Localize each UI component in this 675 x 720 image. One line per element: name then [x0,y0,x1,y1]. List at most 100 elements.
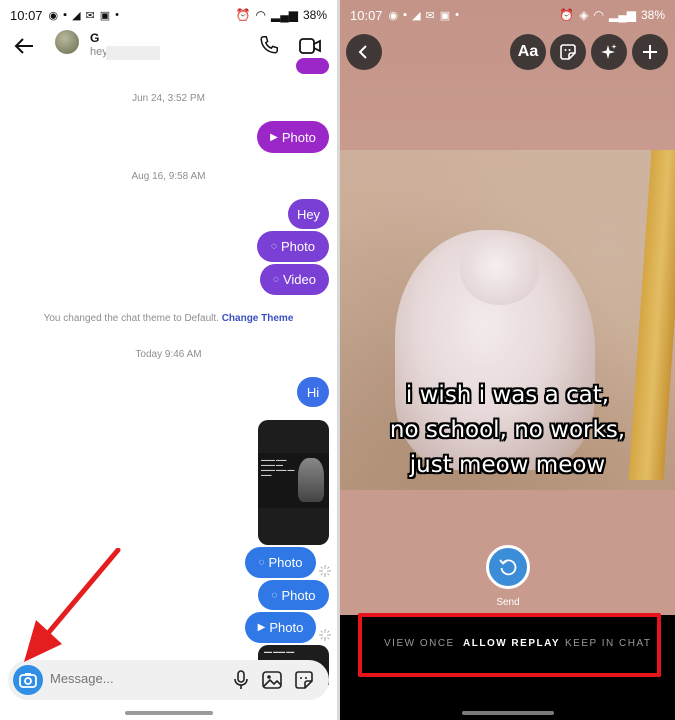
dot-icon: • [455,9,460,21]
home-indicator [462,711,554,715]
video-message-bubble[interactable]: ◌ Video [260,264,329,295]
microphone-icon[interactable] [230,669,252,691]
text-message-bubble[interactable]: Hey [288,199,329,229]
replay-icon: ◌ [258,557,265,568]
sticker-tool-button[interactable] [550,34,586,70]
photo-editor-screen: i wish i was a cat, no school, no works,… [340,0,675,720]
contact-name[interactable]: G [90,31,99,45]
redacted-area [106,46,160,60]
whatsapp-icon: ◉ [388,9,399,22]
photo-caption: i wish i was a cat, no school, no works,… [360,378,655,483]
avatar[interactable] [55,30,79,54]
caption-line: just meow meow [409,452,606,478]
timestamp: Jun 24, 3:52 PM [132,93,205,104]
replay-icon: ◌ [271,589,278,601]
message-input[interactable] [50,671,200,686]
message-text: Photo [281,129,316,145]
sticker-icon[interactable] [293,669,315,691]
photo-message-bubble[interactable]: ◌ Photo [257,231,329,262]
telegram-icon: ◢ [72,9,81,22]
message-text: Photo [280,239,315,254]
play-icon: ▶ [270,131,278,143]
status-right: ⏰ ◠ ▂▄▆ 38% [236,8,327,22]
text-message-bubble[interactable]: Hi [297,377,329,407]
photo-message-bubble[interactable]: ◌ Photo [245,547,316,578]
status-time: 10:07 [10,7,43,23]
view-mode-selector: VIEW ONCE ALLOW REPLAY KEEP IN CHAT [340,615,675,675]
telegram-icon: ◢ [412,9,421,22]
replay-icon [499,559,517,576]
photo-message-bubble[interactable]: ◌ Photo [258,580,329,610]
sparkles-icon [601,44,617,59]
caption-line: i wish i was a cat, [405,382,610,408]
send-button[interactable] [486,545,530,589]
dot-icon: • [115,9,120,21]
gallery-notif-icon: ▣ [99,9,111,22]
gmail-icon: ✉ [85,9,95,22]
photo-message-bubble[interactable]: ▶ Photo [257,121,329,153]
photo-message-bubble[interactable]: ▶ Photo [245,612,316,643]
status-bar: 10:07 ◉ ▪ ◢ ✉ ▣ • ⏰ ◈ ◠ ▂▄▆ 38% [340,0,675,30]
add-button[interactable] [632,34,668,70]
theme-note-text: You changed the chat theme to Default. [43,313,219,324]
home-indicator [125,711,213,715]
wifi-icon: ◠ [593,8,604,22]
cat-head [460,235,540,305]
message-composer [8,660,329,700]
chevron-left-icon [358,45,367,59]
plus-icon [643,45,657,59]
status-bar: 10:07 ◉ ▪ ◢ ✉ ▣ • ⏰ ◠ ▂▄▆ 38% [0,0,337,30]
sticker-icon [560,44,576,60]
gmail-icon: ✉ [425,9,435,22]
notification-icons: ◉ ▪ ◢ ✉ ▣ • [389,9,459,22]
status-right: ⏰ ◈ ◠ ▂▄▆ 38% [559,8,665,22]
caption-line: no school, no works, [389,417,626,443]
timestamp: Today 9:46 AM [135,349,202,360]
location-icon: ◈ [579,8,589,22]
allow-replay-option[interactable]: ALLOW REPLAY [463,638,560,649]
change-theme-link[interactable]: Change Theme [222,313,294,324]
message-icon: ▪ [403,9,408,21]
cat-photo: i wish i was a cat, no school, no works,… [340,150,675,490]
battery-percent: 38% [302,8,327,22]
camera-button[interactable] [13,665,43,695]
phone-icon[interactable] [258,34,280,56]
media-preview-text: ▬▬ ▬▬▬ ▬▬ [264,649,295,654]
send-control: Send [480,545,536,608]
chat-screen: 10:07 ◉ ▪ ◢ ✉ ▣ • ⏰ ◠ ▂▄▆ 38% G hey Jun … [0,0,337,720]
shared-media-card[interactable]: ▬▬▬▬ ▬▬▬ ▬▬▬▬ ▬▬ ▬▬▬▬ ▬▬▬ ▬▬ ▬▬▬ [258,420,329,545]
wifi-icon: ◠ [255,8,266,22]
media-portrait [298,458,324,502]
chat-header: G hey [0,30,337,64]
back-arrow-icon[interactable] [12,34,36,58]
message-bubble-partial [296,58,329,74]
play-icon: ▶ [257,622,266,633]
theme-change-note: You changed the chat theme to Default. C… [0,313,337,324]
status-time: 10:07 [350,7,383,23]
sending-spinner-icon [319,565,331,577]
view-once-option[interactable]: VIEW ONCE [384,638,455,649]
text-tool-button[interactable]: Aa [510,34,546,70]
effects-button[interactable] [591,34,627,70]
sending-spinner-icon [319,629,331,641]
message-text: Photo [268,555,303,570]
whatsapp-icon: ◉ [48,9,59,22]
message-text: Photo [269,620,304,635]
screenshot-root: 10:07 ◉ ▪ ◢ ✉ ▣ • ⏰ ◠ ▂▄▆ 38% G hey Jun … [0,0,675,720]
back-button[interactable] [346,34,382,70]
camera-icon [19,673,37,688]
signal-icon: ▂▄▆ [271,8,298,22]
video-call-icon[interactable] [298,35,322,57]
battery-percent: 38% [640,8,665,22]
signal-icon: ▂▄▆ [609,8,636,22]
message-text: Photo [281,587,316,603]
message-text: Hi [306,384,320,400]
message-icon: ▪ [63,9,68,21]
alarm-icon: ⏰ [235,8,251,22]
message-text: Video [282,272,316,287]
keep-in-chat-option[interactable]: KEEP IN CHAT [565,638,652,649]
message-text: Hey [296,206,321,222]
gallery-notif-icon: ▣ [439,9,451,22]
text-tool-label: Aa [517,43,539,60]
gallery-icon[interactable] [261,669,283,691]
